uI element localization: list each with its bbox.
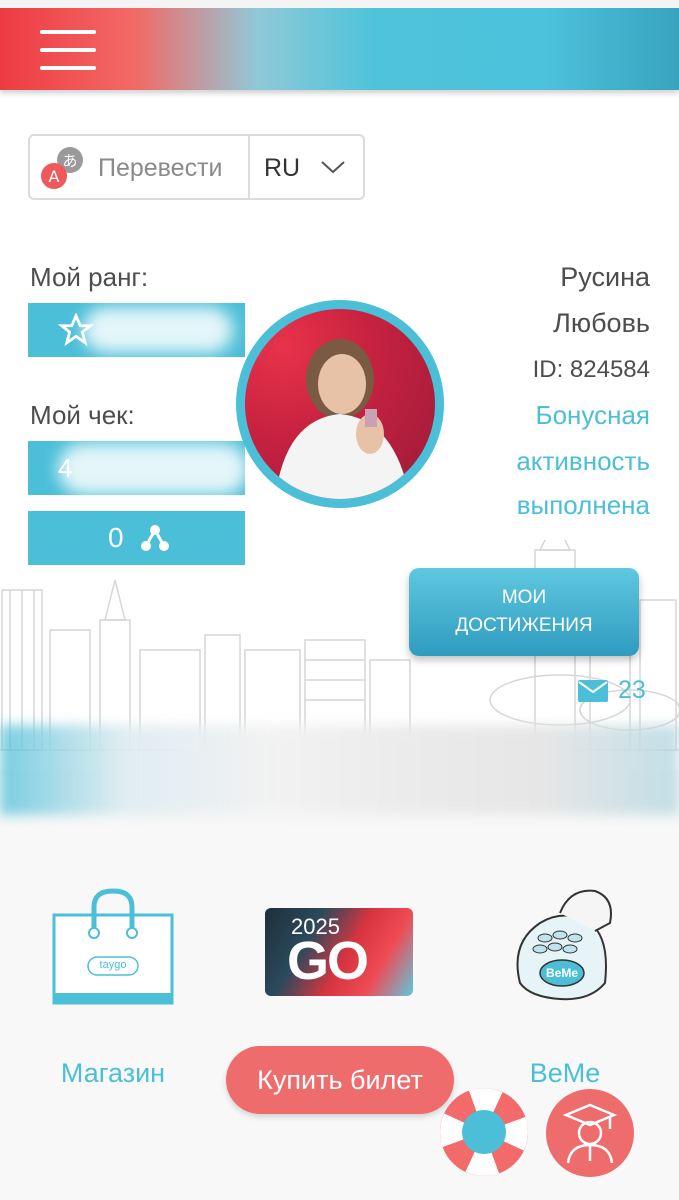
shop-label[interactable]: Магазин [40, 1058, 186, 1089]
redacted-blur [58, 443, 248, 495]
translate-button[interactable]: あ A Перевести [30, 136, 250, 198]
redacted-blur [83, 307, 233, 353]
network-icon [141, 525, 169, 551]
network-count: 0 [108, 522, 124, 553]
app-header [0, 0, 679, 90]
shop-tile[interactable]: taygo [52, 885, 174, 1010]
go-2025-tile[interactable]: 2025 GO [265, 908, 413, 996]
translate-label: Перевести [98, 154, 223, 182]
user-name: Любовь [553, 308, 650, 338]
language-select-value[interactable]: RU [264, 154, 300, 183]
beme-label[interactable]: BeMe [500, 1058, 630, 1089]
buy-ticket-button[interactable]: Купить билет [226, 1046, 454, 1114]
translate-widget: あ A Перевести RU [28, 134, 365, 200]
shopping-bag-icon [52, 888, 174, 1005]
beme-tile[interactable]: BeMe [510, 883, 620, 1005]
check-label: Мой чек: [30, 400, 135, 430]
bonus-status-line1: Бонусная [535, 400, 651, 430]
bonus-status-line2: активность [516, 446, 650, 476]
go-text: GO [287, 931, 369, 991]
achievements-label-line1: МОИ [501, 587, 547, 608]
my-achievements-button[interactable]: МОИ ДОСТИЖЕНИЯ [409, 568, 639, 656]
hamburger-menu-icon[interactable] [40, 28, 96, 72]
chevron-down-icon[interactable] [320, 158, 346, 176]
rank-label: Мой ранг: [30, 262, 149, 292]
avatar-photo [245, 309, 435, 499]
user-id: ID: 824584 [532, 356, 650, 383]
svg-text:あ: あ [62, 152, 77, 170]
beme-device-text: BeMe [545, 966, 578, 980]
redacted-blur-strip [0, 725, 679, 815]
user-surname: Русина [560, 262, 650, 292]
lifebuoy-support-icon[interactable] [438, 1086, 530, 1178]
check-value-bar: 4 [28, 441, 248, 495]
graduate-academy-icon[interactable] [544, 1087, 636, 1179]
beme-device-icon [516, 889, 612, 1001]
rank-badge [28, 303, 245, 357]
status-strip [0, 0, 679, 8]
profile-avatar[interactable] [236, 300, 444, 508]
shop-bag-text: taygo [99, 959, 127, 971]
svg-text:A: A [49, 167, 60, 186]
bonus-status-line3: выполнена [516, 490, 650, 520]
achievements-label-line2: ДОСТИЖЕНИЯ [455, 615, 593, 636]
network-count-badge[interactable]: 0 [28, 511, 245, 565]
envelope-icon [578, 680, 608, 702]
translate-icon: あ A [41, 147, 83, 189]
message-count: 23 [618, 676, 646, 704]
